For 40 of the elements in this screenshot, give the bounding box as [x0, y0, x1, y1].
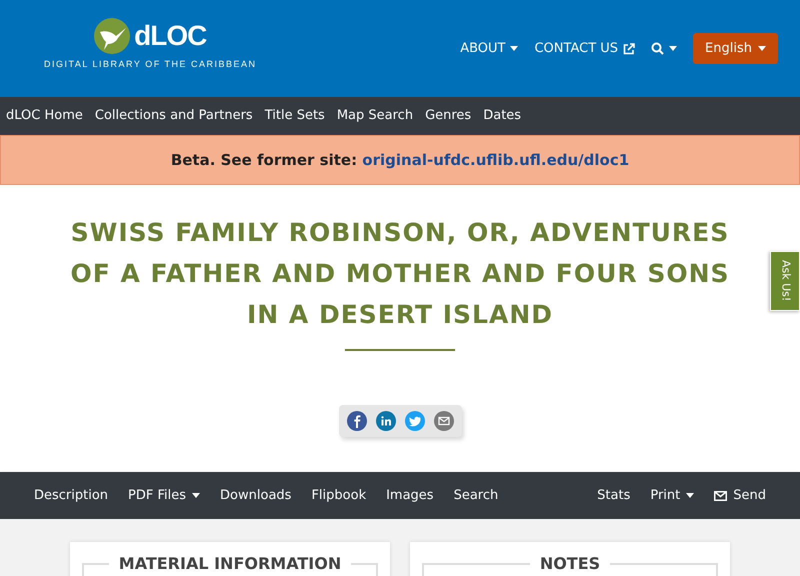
search-icon [651, 42, 664, 55]
search-button[interactable] [651, 42, 678, 55]
panel-heading: NOTES [538, 554, 602, 575]
external-link-icon [623, 42, 636, 54]
beta-notice: Beta. See former site: original-ufdc.uflib.ufl.edu/dloc1 [170, 150, 630, 171]
nav-link[interactable]: Description [24, 486, 118, 506]
language-button[interactable]: English [693, 32, 778, 64]
facebook-share-icon[interactable] [346, 411, 366, 431]
nav-link[interactable]: Send [704, 486, 776, 506]
nav-link[interactable]: CONTACT US [534, 38, 636, 58]
caret-icon [510, 46, 518, 51]
nav-link[interactable]: Downloads [210, 486, 302, 506]
nav-link[interactable]: Title Sets [264, 106, 325, 126]
ask-us-tab[interactable]: Ask Us! [770, 251, 800, 311]
dropdown-button[interactable]: PDF Files [118, 486, 210, 506]
logo-tagline: DIGITAL LIBRARY OF THE CARIBBEAN [44, 58, 257, 71]
nav-link[interactable]: Dates [483, 106, 522, 126]
caret-icon [192, 493, 200, 498]
nav-link[interactable]: ABOUT [460, 38, 518, 58]
nav-link[interactable]: dLOC Home [6, 106, 83, 126]
nav-link[interactable]: Stats [587, 486, 640, 506]
nav-link[interactable]: Images [376, 486, 444, 506]
panel-heading: MATERIAL INFORMATION [118, 554, 342, 575]
former-site-link[interactable]: original-ufdc.uflib.ufl.edu/dloc1 [362, 150, 630, 169]
nav-link[interactable]: Collections and Partners [94, 106, 253, 126]
caret-icon [758, 46, 766, 51]
nav-link[interactable]: Search [444, 486, 508, 506]
nav-link[interactable]: Map Search [336, 106, 414, 126]
caret-icon [669, 46, 678, 51]
twitter-share-icon[interactable] [404, 411, 424, 431]
envelope-icon [714, 490, 728, 500]
dropdown-button[interactable]: Print [640, 486, 704, 506]
nav-link[interactable]: Flipbook [301, 486, 376, 506]
caret-icon [686, 493, 694, 498]
linkedin-share-icon[interactable] [376, 411, 396, 431]
item-title: SWISS FAMILY ROBINSON, OR, ADVENTURES OF A FATHER AND MOTHER AND FOUR SONS IN A DESERT ISLAND [69, 217, 731, 331]
logo-wordmark: dLOC [134, 22, 206, 50]
hummingbird-logo-icon [94, 18, 130, 54]
email-share-icon[interactable] [434, 411, 454, 431]
nav-link[interactable]: Genres [425, 106, 472, 126]
